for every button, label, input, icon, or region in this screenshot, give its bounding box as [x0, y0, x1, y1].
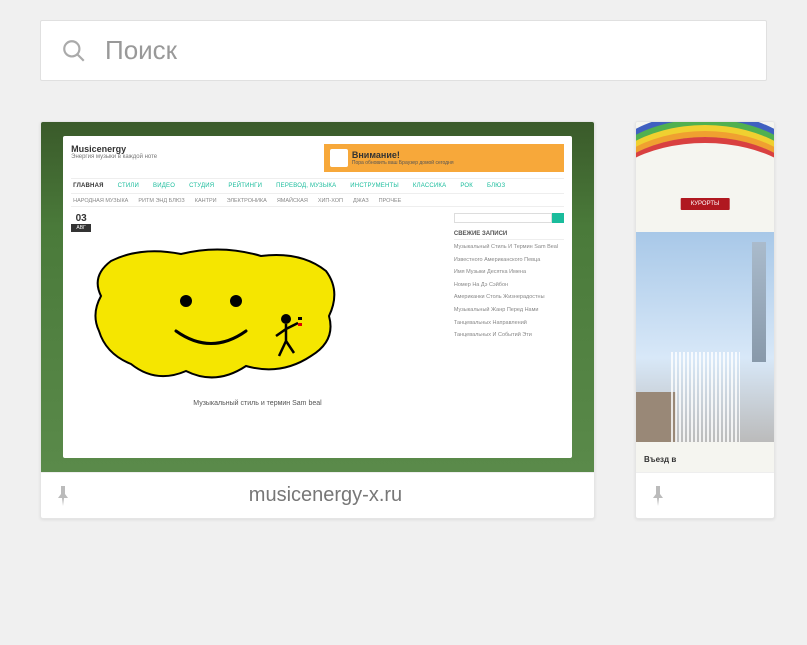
- pin-icon[interactable]: [650, 486, 666, 506]
- thumb-site-name: Musicenergy: [71, 144, 157, 154]
- speed-dial-tiles: Musicenergy Энергия музыки в каждой ноте…: [0, 121, 807, 519]
- thumb-ad-title: Внимание!: [352, 150, 454, 160]
- thumb-site-tag: Энергия музыки в каждой ноте: [71, 154, 157, 160]
- thumb-date: 03 АВГ: [71, 213, 91, 232]
- thumb-caption: Въезд в: [644, 455, 676, 464]
- thumb-side-list: Музыкальный Стиль И Термин Sam Beal Изве…: [454, 244, 564, 339]
- tile-thumbnail: Musicenergy Энергия музыки в каждой ноте…: [41, 122, 594, 472]
- thumb-caption: Музыкальный стиль и термин Sam beal: [71, 400, 444, 407]
- tile-footer: musicenergy-x.ru: [41, 472, 594, 518]
- tile-label: musicenergy-x.ru: [71, 484, 580, 507]
- thumb-photo: [636, 232, 774, 442]
- pin-icon[interactable]: [55, 486, 71, 506]
- thumb-nav: ГЛАВНАЯ СТИЛИ ВИДЕО СТУДИЯ РЕЙТИНГИ ПЕРЕ…: [71, 178, 564, 194]
- tile-second[interactable]: КУРОРТЫ Въезд в: [635, 121, 775, 519]
- thumb-ad-sub: Пора обновить ваш Браузер домой сегодня: [352, 160, 454, 166]
- thumb-ad-banner: Внимание! Пора обновить ваш Браузер домо…: [324, 144, 564, 172]
- thumb-search: [454, 213, 564, 223]
- tile-footer: [636, 472, 774, 518]
- thumb-button: КУРОРТЫ: [681, 198, 730, 210]
- tile-musicenergy[interactable]: Musicenergy Энергия музыки в каждой ноте…: [40, 121, 595, 519]
- search-input[interactable]: [105, 35, 746, 66]
- thumb-map-image: [71, 236, 361, 396]
- thumb-subnav: НАРОДНАЯ МУЗЫКА РИТМ ЭНД БЛЮЗ КАНТРИ ЭЛЕ…: [71, 196, 564, 207]
- search-icon: [61, 38, 87, 64]
- search-bar[interactable]: [40, 20, 767, 81]
- rainbow-graphic: [636, 137, 774, 207]
- thumb-side-title: СВЕЖИЕ ЗАПИСИ: [454, 231, 564, 240]
- tile-thumbnail: КУРОРТЫ Въезд в: [636, 122, 774, 472]
